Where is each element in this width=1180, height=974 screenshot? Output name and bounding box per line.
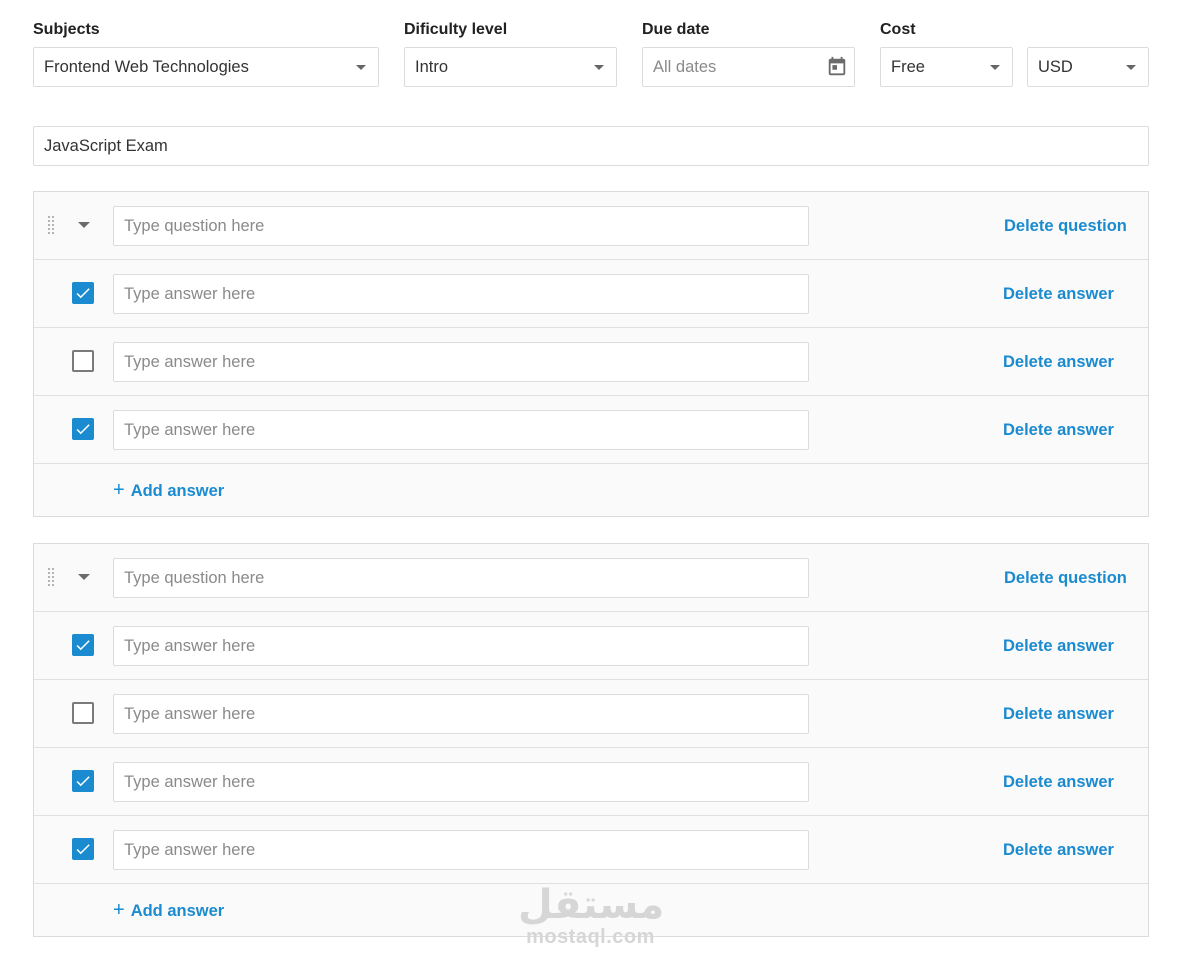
answer-row: Delete answer (34, 328, 1148, 396)
answer-input[interactable] (113, 830, 809, 870)
due-date-filter: Due date (642, 20, 710, 40)
answer-input[interactable] (113, 410, 809, 450)
due-date-placeholder: All dates (653, 58, 717, 76)
checkmark-icon (76, 424, 90, 435)
answer-correct-checkbox[interactable] (72, 350, 94, 372)
chevron-down-icon (990, 65, 1000, 70)
due-date-label: Due date (642, 21, 710, 38)
answer-row: Delete answer (34, 612, 1148, 680)
question-input[interactable] (113, 558, 809, 598)
answer-input[interactable] (113, 342, 809, 382)
question-row: Delete question (34, 192, 1148, 260)
add-answer-row: + Add answer (34, 464, 1148, 516)
subjects-filter: Subjects (33, 20, 100, 40)
answer-input[interactable] (113, 694, 809, 734)
answer-correct-checkbox[interactable] (72, 282, 94, 304)
currency-select[interactable]: USD (1027, 47, 1149, 87)
answer-input[interactable] (113, 762, 809, 802)
delete-answer-button[interactable]: Delete answer (1003, 328, 1114, 396)
delete-answer-button[interactable]: Delete answer (1003, 260, 1114, 328)
cost-label: Cost (880, 21, 916, 38)
add-answer-label: Add answer (130, 902, 225, 920)
due-date-picker[interactable]: All dates (642, 47, 855, 87)
answer-correct-checkbox[interactable] (72, 418, 94, 440)
exam-title-input[interactable]: JavaScript Exam (33, 126, 1149, 166)
question-input[interactable] (113, 206, 809, 246)
delete-answer-button[interactable]: Delete answer (1003, 396, 1114, 464)
subjects-value: Frontend Web Technologies (44, 58, 249, 76)
watermark-arabic: مستقل (518, 882, 665, 928)
checkmark-icon (76, 288, 90, 299)
answer-row: Delete answer (34, 396, 1148, 464)
delete-answer-button[interactable]: Delete answer (1003, 612, 1114, 680)
answer-input[interactable] (113, 626, 809, 666)
difficulty-select[interactable]: Intro (404, 47, 617, 87)
chevron-down-icon (356, 65, 366, 70)
drag-handle-icon[interactable] (48, 216, 54, 236)
add-answer-label: Add answer (130, 482, 225, 500)
question-card: Delete question Delete answer Delete ans… (33, 191, 1149, 517)
cost-select[interactable]: Free (880, 47, 1013, 87)
checkmark-icon (76, 776, 90, 787)
checkmark-icon (76, 640, 90, 651)
caret-down-icon[interactable] (78, 222, 90, 228)
question-card: Delete question Delete answer Delete ans… (33, 543, 1149, 937)
delete-answer-button[interactable]: Delete answer (1003, 748, 1114, 816)
answer-row: Delete answer (34, 260, 1148, 328)
chevron-down-icon (594, 65, 604, 70)
subjects-select[interactable]: Frontend Web Technologies (33, 47, 379, 87)
delete-question-button[interactable]: Delete question (1004, 192, 1127, 260)
difficulty-filter: Dificulty level (404, 20, 507, 40)
checkmark-icon (76, 844, 90, 855)
add-answer-button[interactable]: + Add answer (113, 464, 224, 516)
answer-correct-checkbox[interactable] (72, 634, 94, 656)
question-row: Delete question (34, 544, 1148, 612)
plus-icon: + (113, 899, 125, 921)
exam-title-value: JavaScript Exam (44, 137, 168, 155)
watermark-logo: مستقل mostaql.com (518, 882, 665, 954)
add-answer-button[interactable]: + Add answer (113, 884, 224, 936)
delete-answer-button[interactable]: Delete answer (1003, 680, 1114, 748)
answer-correct-checkbox[interactable] (72, 770, 94, 792)
answer-row: Delete answer (34, 816, 1148, 884)
filters-bar: Subjects Frontend Web Technologies Dific… (33, 20, 1149, 88)
answer-input[interactable] (113, 274, 809, 314)
answer-correct-checkbox[interactable] (72, 838, 94, 860)
currency-value: USD (1038, 58, 1073, 76)
calendar-icon[interactable] (826, 56, 848, 78)
delete-question-button[interactable]: Delete question (1004, 544, 1127, 612)
answer-row: Delete answer (34, 748, 1148, 816)
watermark-latin: mostaql.com (526, 926, 655, 948)
answer-row: Delete answer (34, 680, 1148, 748)
cost-filter: Cost (880, 20, 916, 40)
delete-answer-button[interactable]: Delete answer (1003, 816, 1114, 884)
difficulty-label: Dificulty level (404, 21, 508, 38)
answer-correct-checkbox[interactable] (72, 702, 94, 724)
drag-handle-icon[interactable] (48, 568, 54, 588)
subjects-label: Subjects (33, 21, 100, 38)
difficulty-value: Intro (415, 58, 449, 76)
chevron-down-icon (1126, 65, 1136, 70)
plus-icon: + (113, 479, 125, 501)
caret-down-icon[interactable] (78, 574, 90, 580)
cost-value: Free (891, 58, 925, 76)
